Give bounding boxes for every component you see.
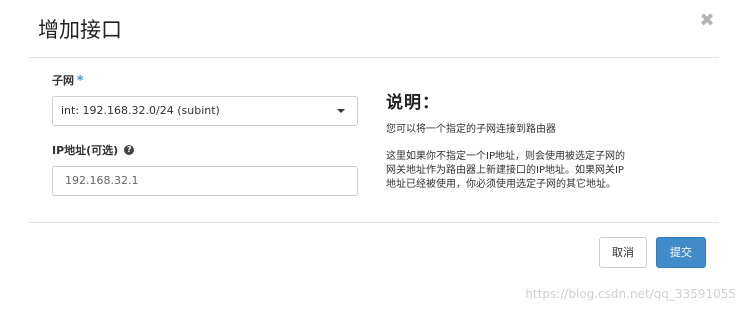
watermark: https://blog.csdn.net/qq_33591055 bbox=[525, 287, 736, 301]
subnet-label-text: 子网 bbox=[52, 74, 74, 87]
help-paragraph-2-line: 网关地址作为路由器上新建接口的IP地址。如果网关IP bbox=[386, 165, 624, 176]
ip-address-input[interactable]: 192.168.32.1 bbox=[52, 166, 358, 196]
chevron-down-icon bbox=[337, 109, 345, 113]
submit-button[interactable]: 提交 bbox=[656, 237, 706, 268]
subnet-field-label: 子网 * bbox=[52, 72, 358, 88]
help-section: 说明： 您可以将一个指定的子网连接到路由器 这里如果你不指定一个IP地址，则会使… bbox=[386, 88, 696, 192]
add-interface-dialog: 增加接口 ✖ 子网 * int: 192.168.32.0/24 (subint… bbox=[0, 0, 744, 315]
subnet-select-value: int: 192.168.32.0/24 (subint) bbox=[61, 104, 220, 117]
form-section: 子网 * int: 192.168.32.0/24 (subint) IP地址(… bbox=[52, 72, 358, 196]
help-paragraph-2: 这里如果你不指定一个IP地址，则会使用被选定子网的 网关地址作为路由器上新建接口… bbox=[386, 150, 696, 192]
subnet-select[interactable]: int: 192.168.32.0/24 (subint) bbox=[52, 96, 358, 126]
ip-label-text: IP地址(可选) bbox=[52, 144, 119, 157]
close-icon[interactable]: ✖ bbox=[696, 10, 718, 32]
required-star-icon: * bbox=[77, 73, 84, 87]
help-paragraph-2-line: 地址已经被使用，你必须使用选定子网的其它地址。 bbox=[386, 179, 616, 190]
cancel-button[interactable]: 取消 bbox=[599, 237, 647, 268]
help-paragraph-2-line: 这里如果你不指定一个IP地址，则会使用被选定子网的 bbox=[386, 151, 625, 162]
ip-field-label: IP地址(可选) ? bbox=[52, 142, 358, 158]
ip-address-value: 192.168.32.1 bbox=[65, 174, 139, 187]
help-title: 说明： bbox=[386, 93, 440, 113]
question-icon[interactable]: ? bbox=[124, 145, 135, 155]
dialog-footer-divider bbox=[28, 222, 718, 223]
dialog-title: 增加接口 bbox=[38, 18, 122, 42]
dialog-header: 增加接口 ✖ bbox=[28, 0, 718, 58]
help-paragraph-1: 您可以将一个指定的子网连接到路由器 bbox=[386, 124, 556, 135]
